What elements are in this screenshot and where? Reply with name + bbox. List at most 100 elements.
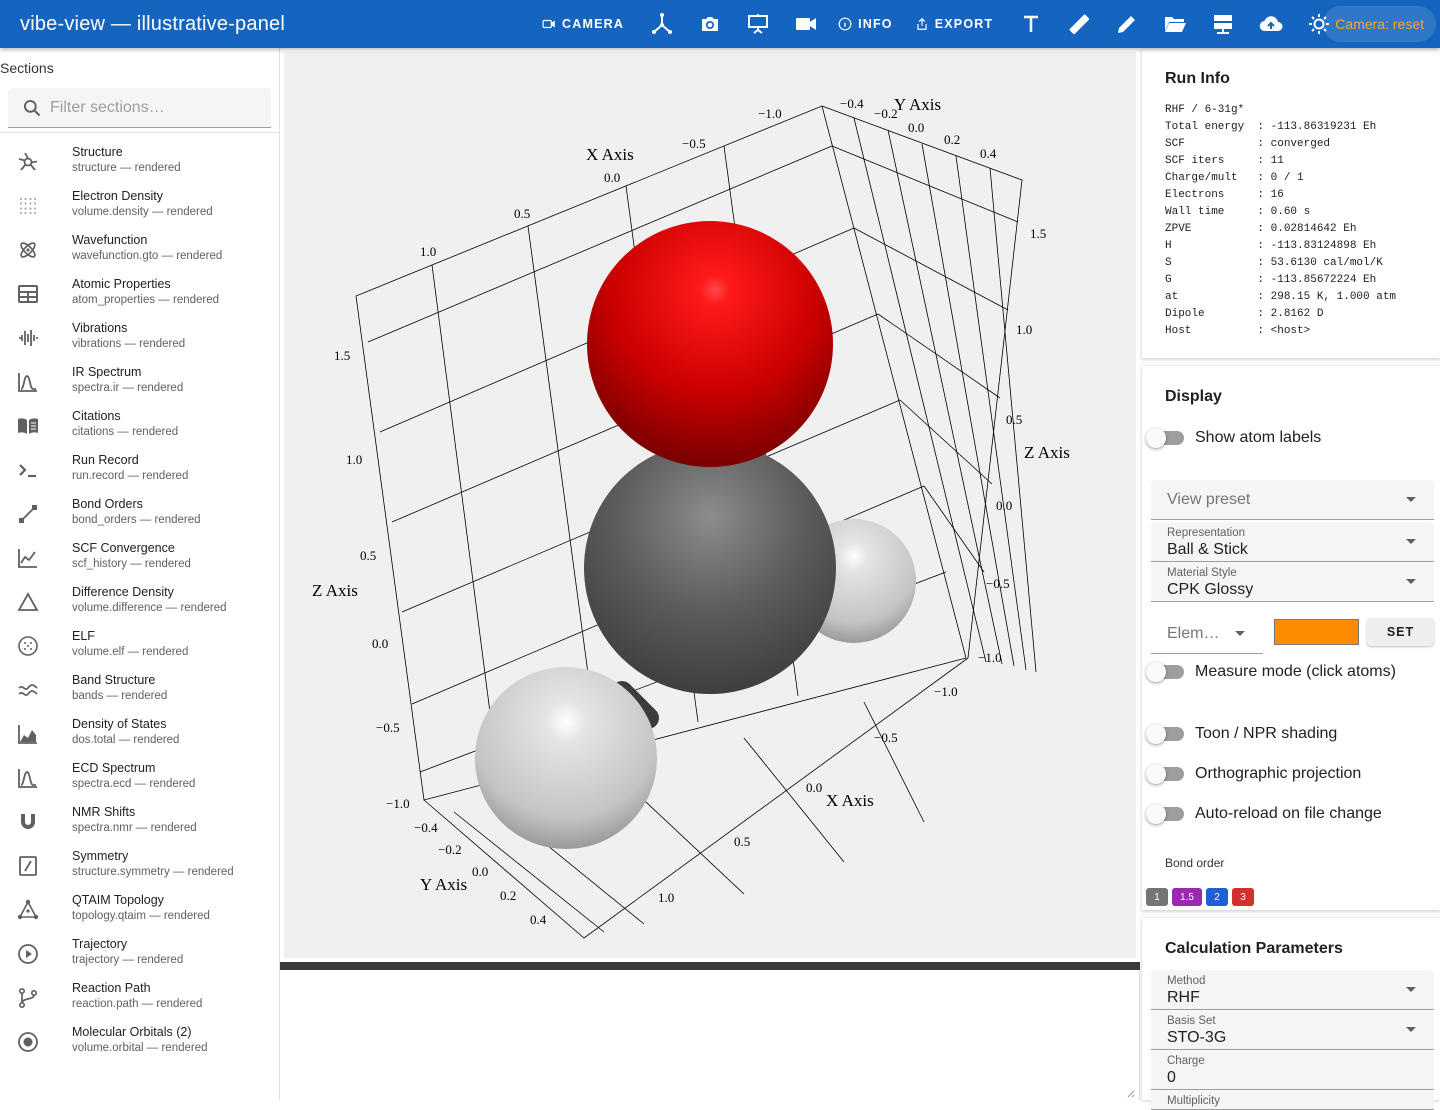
text-button[interactable] xyxy=(1007,6,1055,42)
bond-order-chip-1[interactable]: 1 xyxy=(1146,888,1168,906)
bands-icon xyxy=(18,684,38,697)
camera-button[interactable]: CAMERA xyxy=(534,6,632,42)
sidebar-item-wavefunction[interactable]: Wavefunction wavefunction.gto — rendered xyxy=(0,230,279,274)
z-axis-label-left: Z Axis xyxy=(312,581,358,600)
representation-select[interactable]: Representation Ball & Stick xyxy=(1151,522,1434,562)
console-area[interactable] xyxy=(280,970,1140,1100)
y-axis-label-top: Y Axis xyxy=(894,95,941,114)
svg-text:−1.0: −1.0 xyxy=(758,106,782,121)
element-select[interactable]: Elem… xyxy=(1151,614,1263,654)
sidebar-item-molecular-orbitals[interactable]: Molecular Orbitals (2) volume.orbital — … xyxy=(0,1022,279,1066)
sidebar-item-elf[interactable]: ELF volume.elf — rendered xyxy=(0,626,279,670)
toggle-switch[interactable] xyxy=(1146,662,1184,682)
run-info-text: RHF / 6-31g* Total energy : -113.8631923… xyxy=(1165,102,1396,340)
sidebar-item-bond-orders[interactable]: Bond Orders bond_orders — rendered xyxy=(0,494,279,538)
measure-button[interactable] xyxy=(1055,6,1103,42)
sidebar-item-band-structure[interactable]: Band Structure bands — rendered xyxy=(0,670,279,714)
spectrum-peak-icon xyxy=(18,769,37,788)
material-style-select[interactable]: Material Style CPK Glossy xyxy=(1151,562,1434,602)
bond-line-icon xyxy=(19,505,37,523)
easel-icon xyxy=(748,14,769,34)
svg-text:−0.5: −0.5 xyxy=(874,730,898,745)
sidebar-item-difference-density[interactable]: Difference Density volume.difference — r… xyxy=(0,582,279,626)
method-select[interactable]: Method RHF xyxy=(1151,970,1434,1010)
sidebar-item-subtitle: dos.total — rendered xyxy=(72,734,180,746)
sidebar-item-subtitle: wavefunction.gto — rendered xyxy=(72,250,223,262)
sidebar-item-structure[interactable]: Structure structure — rendered xyxy=(0,142,279,186)
camera-status-chip[interactable]: Camera: reset xyxy=(1323,6,1436,42)
resize-handle-icon[interactable] xyxy=(1125,1088,1135,1098)
multiplicity-field[interactable]: Multiplicity xyxy=(1151,1090,1434,1110)
toggle-switch[interactable] xyxy=(1146,764,1184,784)
sidebar-item-qtaim-topology[interactable]: QTAIM Topology topology.qtaim — rendered xyxy=(0,890,279,934)
sidebar-item-reaction-path[interactable]: Reaction Path reaction.path — rendered xyxy=(0,978,279,1022)
sidebar-item-ir-spectrum[interactable]: IR Spectrum spectra.ir — rendered xyxy=(0,362,279,406)
atom-h-front xyxy=(475,667,657,849)
measure-mode-toggle[interactable]: Measure mode (click atoms) xyxy=(1146,660,1396,684)
display-title: Display xyxy=(1165,388,1222,405)
charge-field[interactable]: Charge 0 xyxy=(1151,1050,1434,1090)
svg-text:0.4: 0.4 xyxy=(530,912,547,927)
charge-value: 0 xyxy=(1167,1069,1176,1086)
terminal-icon xyxy=(19,464,36,478)
basis-set-select[interactable]: Basis Set STO-3G xyxy=(1151,1010,1434,1050)
sidebar-item-ecd-spectrum[interactable]: ECD Spectrum spectra.ecd — rendered xyxy=(0,758,279,802)
sidebar-item-title: Vibrations xyxy=(72,321,128,335)
axes-button[interactable] xyxy=(638,6,686,42)
sidebar-item-trajectory[interactable]: Trajectory trajectory — rendered xyxy=(0,934,279,978)
presentation-button[interactable] xyxy=(734,6,782,42)
toggle-switch[interactable] xyxy=(1146,804,1184,824)
bond-order-chip-2[interactable]: 2 xyxy=(1206,888,1228,906)
svg-text:−1.0: −1.0 xyxy=(934,684,958,699)
sidebar-item-scf-convergence[interactable]: SCF Convergence scf_history — rendered xyxy=(0,538,279,582)
sidebar-item-subtitle: spectra.ir — rendered xyxy=(72,382,184,394)
book-icon xyxy=(18,418,38,434)
toggle-label: Toon / NPR shading xyxy=(1195,725,1338,742)
molecule-viewer[interactable]: −1.0 −0.5 0.0 0.5 1.0 −0.4 −0.2 0.0 0.2 0.4 1.5 1… xyxy=(284,52,1136,958)
upload-button[interactable] xyxy=(1247,6,1295,42)
show-atom-labels-toggle[interactable]: Show atom labels xyxy=(1146,426,1321,450)
record-button[interactable] xyxy=(782,6,830,42)
svg-text:0.0: 0.0 xyxy=(472,864,488,879)
calc-params-title: Calculation Parameters xyxy=(1165,940,1343,957)
section-search-input[interactable] xyxy=(50,98,250,117)
sidebar-item-vibrations[interactable]: Vibrations vibrations — rendered xyxy=(0,318,279,362)
viewer-canvas[interactable]: −1.0−0.50.00.51.0 −0.4−0.20.00.20.4 1.51… xyxy=(284,52,1136,958)
open-folder-button[interactable] xyxy=(1151,6,1199,42)
sidebar-item-symmetry[interactable]: Symmetry structure.symmetry — rendered xyxy=(0,846,279,890)
screenshot-button[interactable] xyxy=(686,6,734,42)
sidebar-item-density-of-states[interactable]: Density of States dos.total — rendered xyxy=(0,714,279,758)
sidebar-item-electron-density[interactable]: Electron Density volume.density — render… xyxy=(0,186,279,230)
bond-order-chip-1-5[interactable]: 1.5 xyxy=(1172,888,1202,906)
svg-text:−0.5: −0.5 xyxy=(986,576,1010,591)
sidebar-item-title: NMR Shifts xyxy=(72,805,136,819)
toon-shading-toggle[interactable]: Toon / NPR shading xyxy=(1146,722,1337,746)
element-color-swatch[interactable] xyxy=(1274,619,1359,645)
run-info-line: RHF / 6-31g* xyxy=(1165,104,1245,116)
bond-order-chip-3[interactable]: 3 xyxy=(1232,888,1254,906)
sidebar-item-subtitle: volume.orbital — rendered xyxy=(72,1042,208,1054)
sidebar-item-nmr-shifts[interactable]: NMR Shifts spectra.nmr — rendered xyxy=(0,802,279,846)
sidebar-item-run-record[interactable]: Run Record run.record — rendered xyxy=(0,450,279,494)
folder-open-icon xyxy=(1165,17,1187,32)
svg-text:−0.5: −0.5 xyxy=(682,136,706,151)
sidebar-item-title: Bond Orders xyxy=(72,497,143,511)
annotate-button[interactable] xyxy=(1103,6,1151,42)
sidebar-item-title: Run Record xyxy=(72,453,139,467)
material-style-label: Material Style xyxy=(1167,567,1237,579)
sidebar-item-atomic-properties[interactable]: Atomic Properties atom_properties — rend… xyxy=(0,274,279,318)
run-info-line: SCF : converged xyxy=(1165,138,1331,150)
export-button[interactable]: EXPORT xyxy=(907,6,1002,42)
orthographic-toggle[interactable]: Orthographic projection xyxy=(1146,762,1361,786)
server-button[interactable] xyxy=(1199,6,1247,42)
toggle-switch[interactable] xyxy=(1146,428,1184,448)
chevron-down-icon xyxy=(1406,1027,1416,1032)
sidebar-item-citations[interactable]: Citations citations — rendered xyxy=(0,406,279,450)
run-info-line: at : 298.15 K, 1.000 atm xyxy=(1165,291,1397,303)
panel-splitter[interactable] xyxy=(280,962,1140,970)
auto-reload-toggle[interactable]: Auto-reload on file change xyxy=(1146,802,1382,826)
set-color-button[interactable]: SET xyxy=(1367,618,1434,646)
view-preset-select[interactable]: View preset xyxy=(1151,480,1434,520)
info-button[interactable]: INFO xyxy=(830,6,901,42)
toggle-switch[interactable] xyxy=(1146,724,1184,744)
